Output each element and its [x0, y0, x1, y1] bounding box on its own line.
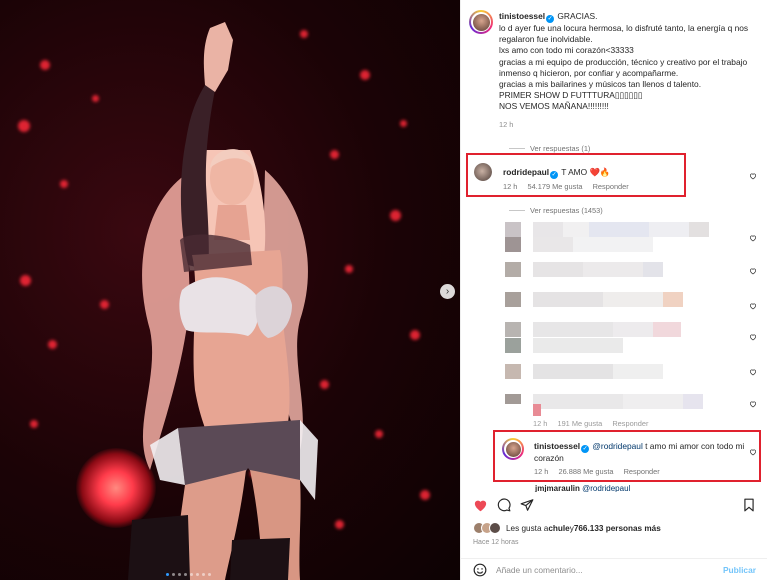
likes-prefix: Les gusta a [506, 523, 549, 533]
post-actions [473, 498, 534, 512]
like-heart-icon[interactable] [473, 498, 488, 512]
commenter-avatar[interactable] [474, 163, 492, 181]
caption-line: lo d ayer fue una locura hermosa, lo dis… [499, 23, 751, 45]
comment-time: 12 h [533, 419, 548, 428]
commenter-avatar[interactable] [502, 438, 524, 460]
like-comment-heart-icon[interactable] [749, 302, 757, 310]
comment-likes[interactable]: 26.888 Me gusta [558, 467, 613, 476]
verified-badge-icon: ✓ [581, 445, 590, 453]
caption-line: PRIMER SHOW D FUTTTURA▯▯▯▯▯▯ [499, 90, 643, 101]
like-comment-heart-icon[interactable] [749, 400, 757, 408]
comment-mention[interactable]: @rodridepaul [582, 484, 630, 492]
comment-username[interactable]: tinistoessel [534, 441, 580, 451]
comment-time: 12 h [534, 467, 549, 476]
publish-button[interactable]: Publicar [723, 565, 756, 575]
comment-mention[interactable]: @rodridepaul [592, 441, 642, 451]
emoji-smiley-icon[interactable] [473, 563, 487, 577]
caption-time: 12 h [499, 119, 514, 129]
like-comment-heart-icon[interactable] [749, 267, 757, 275]
carousel-next-button[interactable]: › [440, 284, 455, 299]
author-avatar[interactable] [469, 10, 493, 34]
post-timestamp: Hace 12 horas [473, 539, 519, 546]
post-photo[interactable]: › [0, 0, 460, 580]
view-replies-link[interactable]: Ver respuestas (1) [509, 144, 590, 153]
blurred-comment [505, 222, 709, 237]
likes-count[interactable]: 766.133 personas más [574, 524, 661, 533]
comment-item: rodridepaul ✓ T AMO ❤️🔥 12 h 54.179 Me gu… [503, 167, 637, 191]
verified-badge-icon: ✓ [546, 15, 555, 23]
comment-username[interactable]: rodridepaul [503, 167, 549, 177]
reply-button[interactable]: Responder [624, 467, 660, 476]
caption-line: gracias a mis bailarines y músicos tan l… [499, 79, 702, 90]
comment-time: 12 h [503, 182, 518, 191]
caption-username[interactable]: tinistoessel [499, 11, 545, 21]
blurred-comment [505, 404, 541, 416]
like-comment-heart-icon[interactable] [749, 234, 757, 242]
blurred-comment [505, 322, 681, 337]
blurred-comment [505, 338, 623, 353]
blurred-comment [505, 237, 653, 252]
reply-button[interactable]: Responder [593, 182, 629, 191]
comment-likes[interactable]: 191 Me gusta [557, 419, 602, 428]
comments-panel: tinistoessel ✓ GRACIAS. lo d ayer fue una… [460, 0, 767, 580]
caption-line: NOS VEMOS MAÑANA!!!!!!!!! [499, 101, 609, 112]
comment-input[interactable] [496, 564, 723, 575]
liker-avatar [489, 522, 501, 534]
comment-bar: Publicar [461, 558, 767, 580]
comment-bubble-icon[interactable] [497, 498, 511, 512]
like-comment-heart-icon[interactable] [749, 368, 757, 376]
likes-summary[interactable]: Les gusta a chule y 766.133 personas más [473, 522, 661, 534]
comment-username[interactable]: jmjmaraulin [535, 484, 580, 492]
caption-line: lxs amo con todo mi corazón<33333 [499, 45, 634, 56]
verified-badge-icon: ✓ [550, 171, 559, 179]
likes-user[interactable]: chule [548, 524, 569, 533]
post-caption: tinistoessel ✓ GRACIAS. lo d ayer fue una… [499, 11, 761, 130]
view-replies-link[interactable]: Ver respuestas (1453) [509, 206, 603, 215]
like-comment-heart-icon[interactable] [749, 172, 757, 180]
blurred-comment [505, 292, 683, 307]
caption-head: GRACIAS. [557, 11, 598, 21]
caption-line: gracias a mi equipo de producción, técni… [499, 56, 750, 78]
blurred-comment [505, 262, 663, 277]
share-paper-plane-icon[interactable] [520, 498, 534, 512]
comment-item: tinistoessel ✓ @rodridepaul t amo mi amor… [534, 441, 749, 476]
like-comment-heart-icon[interactable] [749, 333, 757, 341]
performer-figure [128, 22, 318, 580]
blurred-comment [505, 364, 663, 379]
comment-text: T AMO ❤️🔥 [561, 167, 611, 177]
reply-button[interactable]: Responder [612, 419, 648, 428]
partial-next-comment: jmjmaraulin @rodridepaul [505, 484, 705, 492]
like-comment-heart-icon[interactable] [749, 448, 757, 456]
carousel-indicator [166, 573, 211, 576]
comment-likes[interactable]: 54.179 Me gusta [527, 182, 582, 191]
bookmark-icon[interactable] [743, 498, 755, 512]
partial-comment-meta: 12 h 191 Me gusta Responder [533, 419, 656, 428]
